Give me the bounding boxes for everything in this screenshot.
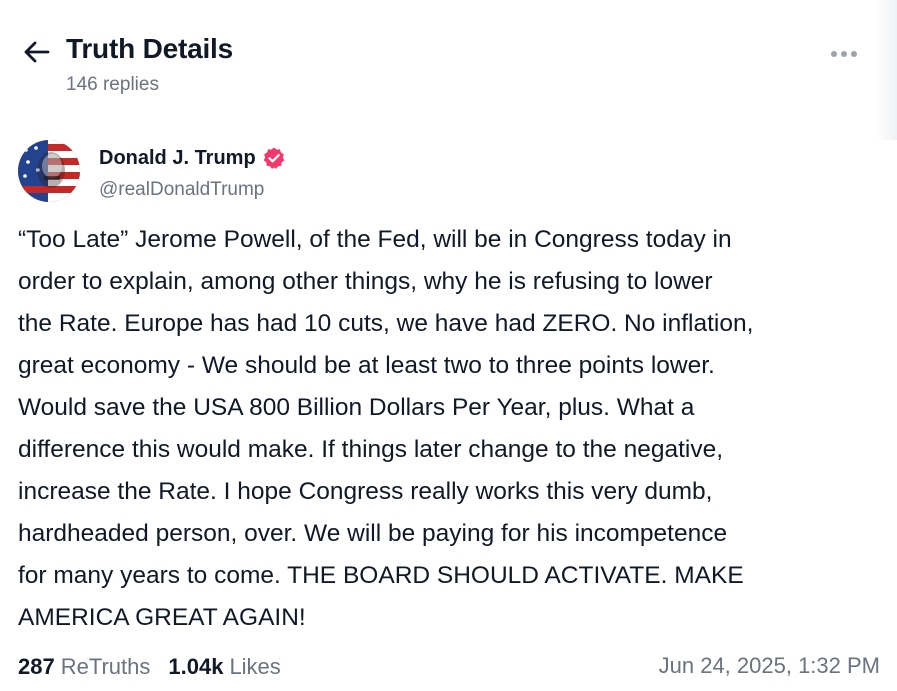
reply-count: 146 replies <box>66 74 159 95</box>
post-text-line: order to explain, among other things, wh… <box>18 268 713 295</box>
page-title: Truth Details <box>66 33 233 64</box>
post-stats: 287 ReTruths 1.04k Likes Jun 24, 2025, 1… <box>18 650 880 684</box>
post-text-line: difference this would make. If things la… <box>18 436 724 463</box>
post-author: Donald J. Trump @realDonaldTrump <box>18 140 878 206</box>
page-header: Truth Details 146 replies <box>0 0 897 140</box>
more-options-button[interactable] <box>822 38 866 68</box>
author-name[interactable]: Donald J. Trump <box>99 146 286 170</box>
post-text-line: increase the Rate. I hope Congress reall… <box>18 478 713 505</box>
avatar-image <box>18 140 80 202</box>
retruths-count: 287 <box>18 654 55 679</box>
likes-label: Likes <box>229 654 281 679</box>
post-text-line: great economy - We should be at least tw… <box>18 352 715 379</box>
ellipsis-horizontal-icon <box>829 44 859 62</box>
post-text-line: AMERICA GREAT AGAIN! <box>18 604 306 631</box>
avatar[interactable] <box>18 140 80 202</box>
edge-shadow <box>875 0 897 140</box>
arrow-left-icon <box>24 41 50 63</box>
back-button[interactable] <box>20 36 52 68</box>
likes-stat[interactable]: 1.04k Likes <box>168 654 280 680</box>
author-handle[interactable]: @realDonaldTrump <box>99 179 264 201</box>
post-text-line: Would save the USA 800 Billion Dollars P… <box>18 394 695 421</box>
post-text: “Too Late” Jerome Powell, of the Fed, wi… <box>18 219 880 639</box>
post-text-line: for many years to come. THE BOARD SHOULD… <box>18 562 744 589</box>
retruths-stat[interactable]: 287 ReTruths <box>18 654 150 680</box>
author-name-text: Donald J. Trump <box>99 146 256 169</box>
post-text-line: the Rate. Europe has had 10 cuts, we hav… <box>18 310 754 337</box>
likes-count: 1.04k <box>168 654 224 679</box>
post-text-line: hardheaded person, over. We will be payi… <box>18 520 728 547</box>
retruths-label: ReTruths <box>60 654 151 679</box>
post-text-line: “Too Late” Jerome Powell, of the Fed, wi… <box>18 226 732 253</box>
post-timestamp: Jun 24, 2025, 1:32 PM <box>658 653 880 678</box>
verified-badge-icon <box>263 147 284 169</box>
